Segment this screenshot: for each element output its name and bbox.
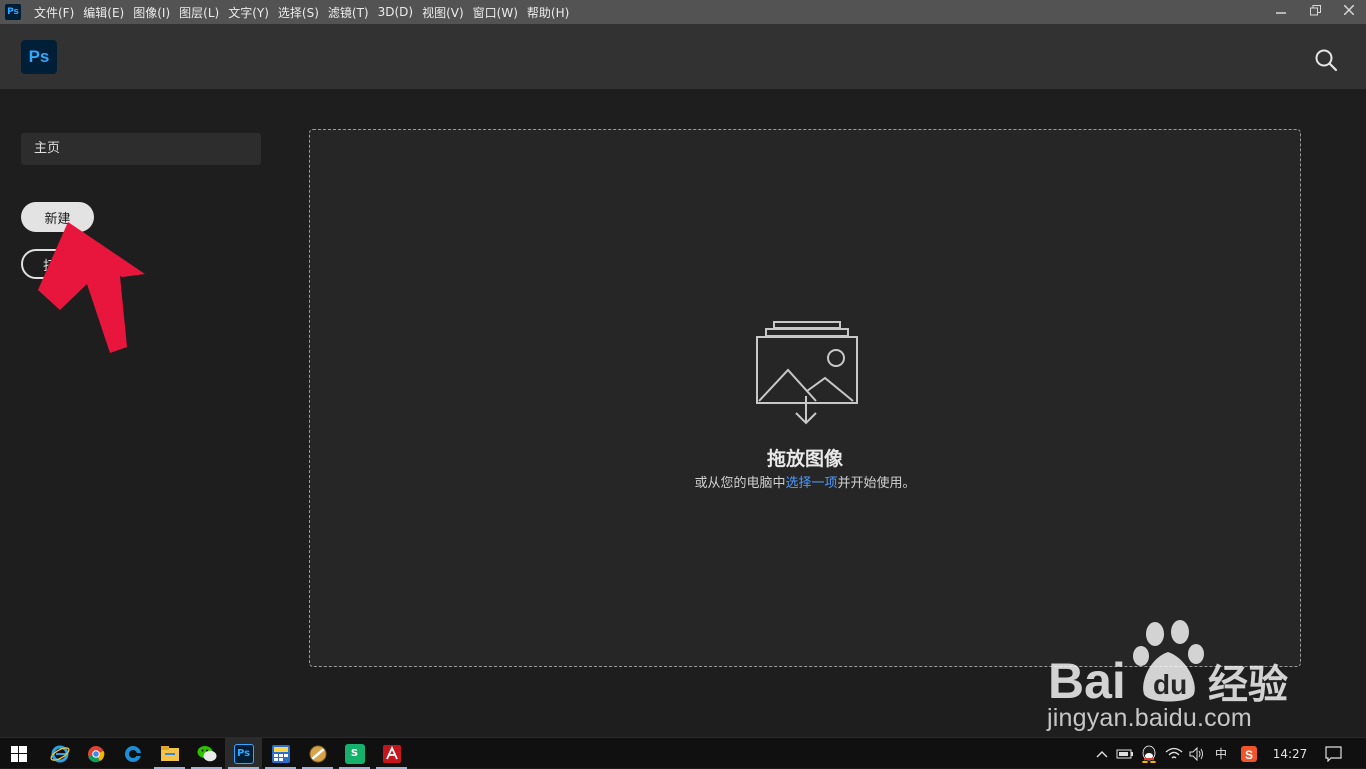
menu-window[interactable]: 窗口(W) — [473, 4, 524, 21]
watermark-url: jingyan.baidu.com — [1047, 704, 1252, 732]
drop-zone-title: 拖放图像 — [766, 448, 843, 470]
ime-indicator[interactable]: 中 — [1211, 738, 1231, 769]
photoshop-taskbar-icon[interactable]: Ps — [225, 738, 262, 769]
window-controls — [1264, 0, 1366, 24]
battery-icon[interactable] — [1115, 738, 1135, 769]
menu-3d[interactable]: 3D(D) — [378, 5, 419, 19]
annotation-arrow-icon — [38, 222, 145, 353]
menu-bar: Ps 文件(F) 编辑(E) 图像(I) 图层(L) 文字(Y) 选择(S) 滤… — [0, 0, 1366, 24]
wechat-icon[interactable] — [188, 738, 225, 769]
image-download-icon — [756, 321, 858, 425]
menu-file[interactable]: 文件(F) — [34, 4, 80, 21]
svg-text:Bai: Bai — [1048, 653, 1126, 709]
restore-icon[interactable] — [1298, 0, 1332, 20]
svg-text:du: du — [1153, 669, 1187, 700]
photoshop-logo: Ps — [21, 40, 57, 74]
media-app-icon[interactable] — [299, 738, 336, 769]
sidebar-item-home[interactable]: 主页 — [21, 133, 261, 165]
wifi-icon[interactable] — [1163, 738, 1185, 769]
chrome-icon[interactable] — [77, 738, 114, 769]
wps-sheet-taskbar-icon[interactable]: S — [336, 738, 373, 769]
svg-text:经验: 经验 — [1208, 662, 1288, 708]
menu-help[interactable]: 帮助(H) — [527, 4, 575, 21]
home-header: Ps — [0, 24, 1366, 89]
photoshop-app-icon[interactable]: Ps — [5, 4, 21, 20]
ie-browser-icon[interactable] — [41, 738, 78, 769]
file-explorer-icon[interactable] — [151, 738, 188, 769]
tray-expand-icon[interactable] — [1093, 738, 1111, 769]
menu-image[interactable]: 图像(I) — [133, 4, 176, 21]
menu-select[interactable]: 选择(S) — [278, 4, 325, 21]
taskbar: Ps S 中 S 14:27 — [0, 737, 1366, 769]
subtitle-prefix: 或从您的电脑中 — [694, 476, 786, 491]
menu-view[interactable]: 视图(V) — [422, 4, 470, 21]
select-file-link[interactable]: 选择一项 — [785, 476, 837, 491]
subtitle-suffix: 并开始使用。 — [837, 476, 916, 491]
acrobat-icon[interactable] — [373, 738, 410, 769]
calculator-app-icon[interactable] — [262, 738, 299, 769]
drop-zone-subtitle: 或从您的电脑中选择一项并开始使用。 — [310, 472, 1300, 491]
menu-edit[interactable]: 编辑(E) — [83, 4, 130, 21]
volume-icon[interactable] — [1187, 738, 1207, 769]
windows-start-icon[interactable] — [0, 738, 37, 769]
minimize-icon[interactable] — [1264, 0, 1298, 20]
close-icon[interactable] — [1332, 0, 1366, 20]
menu-layer[interactable]: 图层(L) — [179, 4, 225, 21]
drop-zone[interactable]: 拖放图像 或从您的电脑中选择一项并开始使用。 — [309, 129, 1301, 667]
svg-text:S: S — [1245, 748, 1253, 762]
notification-icon[interactable] — [1320, 738, 1346, 769]
clock[interactable]: 14:27 — [1270, 738, 1310, 769]
search-icon[interactable] — [1312, 46, 1340, 74]
photoshop-icon: Ps — [233, 743, 254, 764]
wps-sheet-icon: S — [344, 743, 365, 764]
edge-browser-icon[interactable] — [114, 738, 151, 769]
qq-icon[interactable] — [1139, 738, 1159, 769]
menu-type[interactable]: 文字(Y) — [228, 4, 275, 21]
sogou-input-icon[interactable]: S — [1239, 738, 1259, 769]
menu-filter[interactable]: 滤镜(T) — [328, 4, 375, 21]
